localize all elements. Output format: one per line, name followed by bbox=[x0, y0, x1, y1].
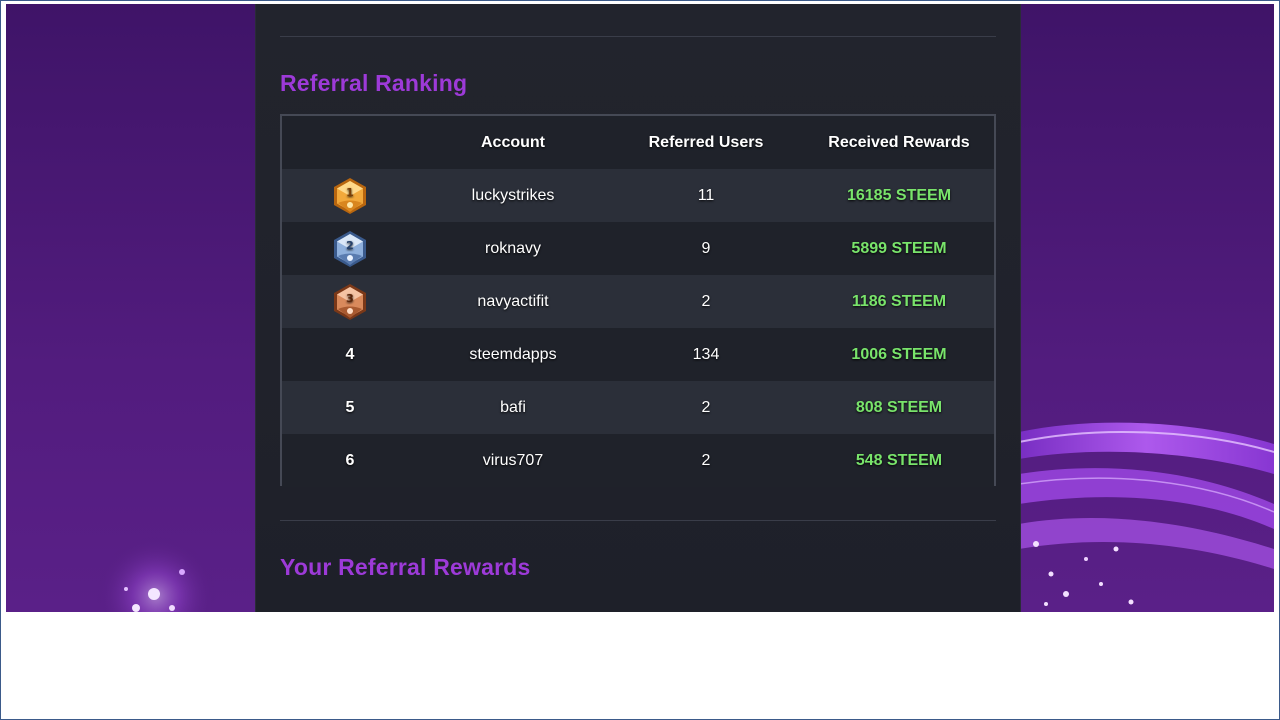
table-row: 4 steemdapps 134 1006 STEEM bbox=[282, 328, 994, 381]
medal-rank-text: 2 bbox=[346, 239, 354, 252]
account-cell[interactable]: virus707 bbox=[418, 452, 608, 470]
account-cell[interactable]: luckystrikes bbox=[418, 187, 608, 205]
received-rewards-cell: 1006 STEEM bbox=[851, 345, 947, 363]
medal-rank-text: 3 bbox=[346, 292, 354, 305]
referred-users-cell: 2 bbox=[701, 292, 711, 310]
table-row: 2 roknavy 9 5899 STEEM bbox=[282, 222, 994, 275]
silver-medal-icon: 2 bbox=[334, 230, 366, 267]
account-cell[interactable]: bafi bbox=[418, 399, 608, 417]
gold-medal-icon: 1 bbox=[334, 177, 366, 214]
received-rewards-cell: 16185 STEEM bbox=[846, 186, 952, 204]
referral-ranking-title: Referral Ranking bbox=[280, 70, 468, 96]
referred-users-cell: 9 bbox=[701, 239, 711, 257]
received-rewards-cell: 548 STEEM bbox=[855, 451, 943, 469]
table-row: 3 navyactifit 2 1186 STEEM bbox=[282, 275, 994, 328]
table-row: 1 luckystrikes 11 16185 STEEM bbox=[282, 169, 994, 222]
received-rewards-cell: 5899 STEEM bbox=[851, 239, 947, 257]
referred-users-cell: 134 bbox=[692, 345, 720, 363]
received-rewards-cell: 1186 STEEM bbox=[851, 292, 947, 310]
rank-cell: 3 bbox=[282, 282, 418, 322]
medal-rank-text: 1 bbox=[346, 186, 354, 199]
your-referral-rewards-title: Your Referral Rewards bbox=[280, 554, 531, 580]
page-viewport: Referral Ranking Account Referred Users … bbox=[6, 4, 1274, 612]
received-rewards-cell: 808 STEEM bbox=[855, 398, 943, 416]
table-row: 6 virus707 2 548 STEEM bbox=[282, 434, 994, 487]
referred-users-cell: 2 bbox=[701, 398, 711, 416]
rank-cell: 4 bbox=[345, 345, 355, 363]
referral-ranking-table: Account Referred Users Received Rewards … bbox=[280, 114, 996, 487]
rank-cell: 2 bbox=[282, 229, 418, 269]
referred-users-cell: 2 bbox=[701, 451, 711, 469]
content-panel: Referral Ranking Account Referred Users … bbox=[255, 4, 1021, 612]
table-row: 5 bafi 2 808 STEEM bbox=[282, 381, 994, 434]
bronze-medal-icon: 3 bbox=[334, 283, 366, 320]
rank-cell: 6 bbox=[345, 451, 355, 469]
rank-cell: 5 bbox=[345, 398, 355, 416]
referred-users-cell: 11 bbox=[697, 186, 715, 204]
account-cell[interactable]: steemdapps bbox=[418, 346, 608, 364]
table-header-row: Account Referred Users Received Rewards bbox=[282, 116, 994, 169]
referred-users-header: Referred Users bbox=[648, 133, 764, 151]
account-cell[interactable]: navyactifit bbox=[418, 293, 608, 311]
rank-cell: 1 bbox=[282, 176, 418, 216]
received-rewards-header: Received Rewards bbox=[828, 133, 970, 151]
section-divider bbox=[280, 520, 996, 521]
account-cell[interactable]: roknavy bbox=[418, 240, 608, 258]
top-divider bbox=[280, 36, 996, 37]
account-header: Account bbox=[481, 133, 545, 151]
